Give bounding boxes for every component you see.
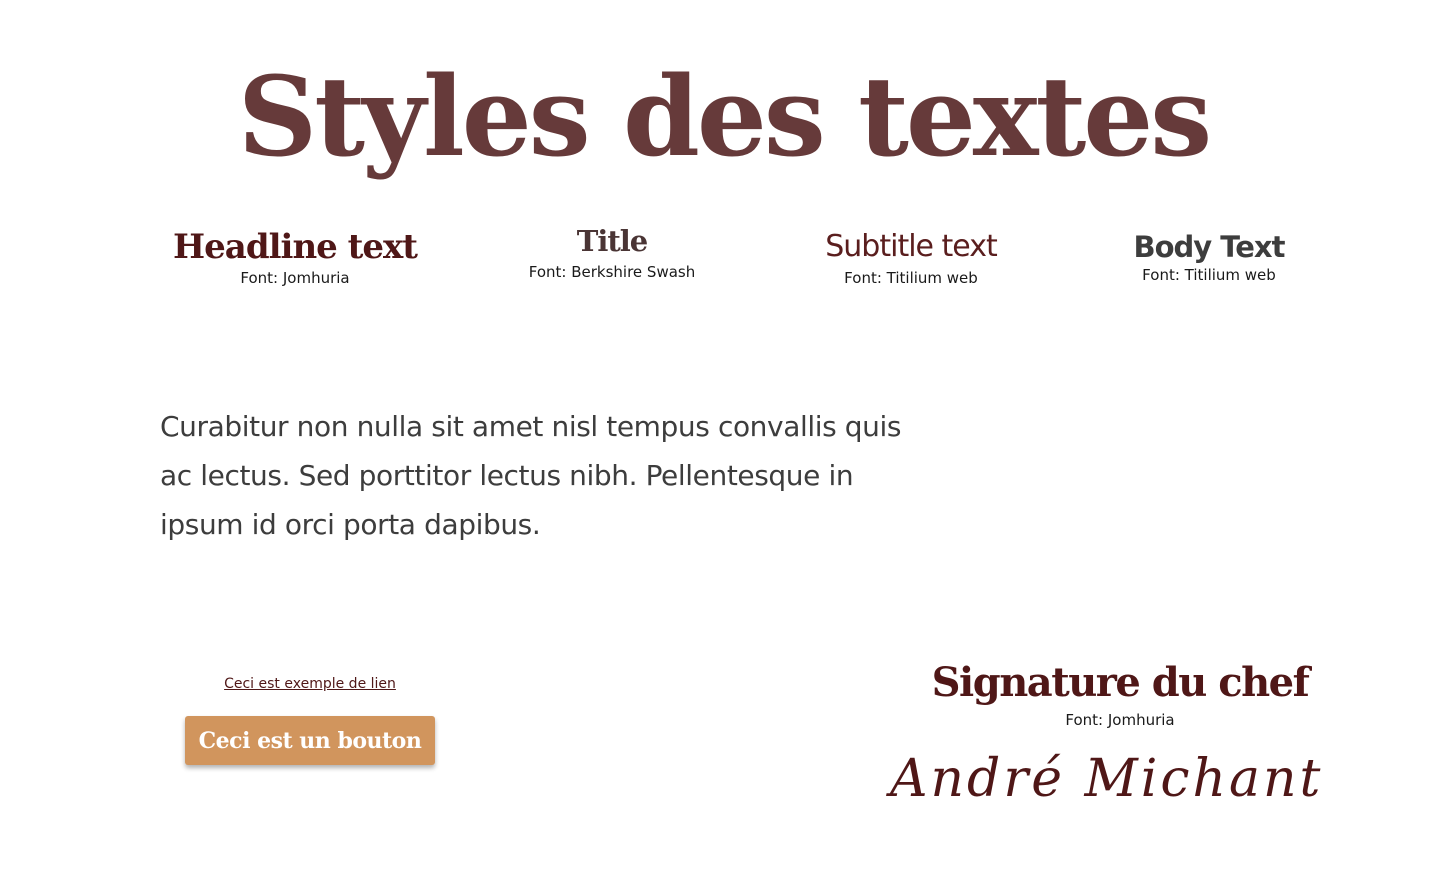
body-font-label: Font: Titilium web bbox=[1142, 266, 1276, 284]
signature-font-label: Font: Jomhuria bbox=[1065, 711, 1175, 729]
chef-signature: André Michant bbox=[890, 749, 1324, 809]
style-sample-subtitle: Subtitle text Font: Titilium web bbox=[761, 226, 1061, 288]
headline-font-label: Font: Jomhuria bbox=[240, 269, 350, 287]
page-title: Styles des textes bbox=[237, 52, 1212, 181]
style-sample-headline: Headline text Font: Jomhuria bbox=[145, 226, 445, 288]
title-font-label: Font: Berkshire Swash bbox=[528, 263, 696, 281]
style-sample-body: Body Text Font: Titilium web bbox=[1059, 226, 1359, 284]
signature-title: Signature du chef bbox=[931, 659, 1310, 706]
signature-block: Signature du chef Font: Jomhuria bbox=[900, 656, 1340, 730]
title-sample-text: Title bbox=[576, 224, 648, 258]
sample-link[interactable]: Ceci est exemple de lien bbox=[160, 674, 460, 694]
headline-sample-text: Headline text bbox=[173, 227, 418, 267]
body-text-paragraph: Curabitur non nulla sit amet nisl tempus… bbox=[160, 410, 902, 541]
style-sample-title: Title Font: Berkshire Swash bbox=[462, 222, 762, 284]
sample-button[interactable]: Ceci est un bouton bbox=[185, 716, 435, 765]
subtitle-font-label: Font: Titilium web bbox=[844, 269, 978, 287]
subtitle-sample-text: Subtitle text bbox=[825, 229, 998, 264]
body-sample-text: Body Text bbox=[1133, 230, 1286, 264]
